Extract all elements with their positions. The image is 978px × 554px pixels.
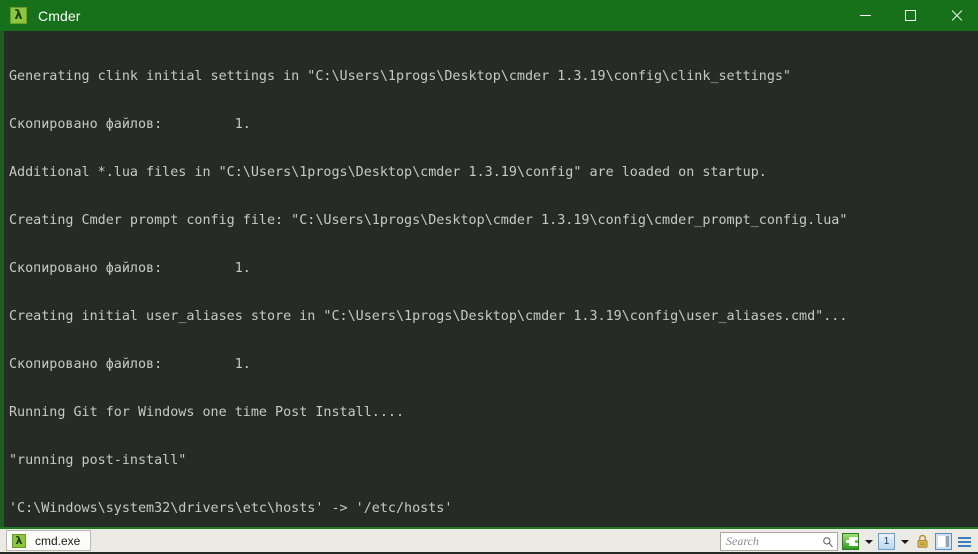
search-input[interactable]: Search <box>726 534 822 549</box>
terminal-line: Additional *.lua files in "C:\Users\1pro… <box>9 165 767 180</box>
lock-button[interactable] <box>914 533 931 550</box>
split-pane-button[interactable] <box>935 533 952 550</box>
terminal-line: Creating Cmder prompt config file: "C:\U… <box>9 213 848 228</box>
lock-icon <box>917 534 928 548</box>
terminal-line: Скопировано файлов: 1. <box>9 117 251 132</box>
status-bar-tools: Search 1 <box>720 529 973 554</box>
close-icon <box>950 10 962 22</box>
search-box[interactable]: Search <box>720 532 838 551</box>
active-console-label: 1 <box>883 536 890 547</box>
lambda-icon-glyph: λ <box>14 8 23 23</box>
window-controls <box>843 0 978 31</box>
title-bar[interactable]: λ Cmder <box>0 0 978 31</box>
terminal-panel[interactable]: Generating clink initial settings in "C:… <box>0 31 978 527</box>
menu-icon <box>958 536 971 539</box>
maximize-button[interactable] <box>888 0 933 31</box>
lambda-icon: λ <box>12 533 26 548</box>
terminal-line: Generating clink initial settings in "C:… <box>9 69 791 84</box>
status-bar: λ cmd.exe Search 1 <box>0 527 978 552</box>
window-title: Cmder <box>38 7 81 24</box>
search-icon <box>823 536 833 547</box>
active-console-button[interactable]: 1 <box>878 533 895 550</box>
new-console-dropdown[interactable] <box>863 533 874 550</box>
terminal-line: 'C:\Windows\system32\drivers\etc\hosts' … <box>9 501 453 516</box>
lambda-icon-glyph: λ <box>15 534 23 547</box>
minimize-icon <box>860 15 871 16</box>
terminal-line: Скопировано файлов: 1. <box>9 357 251 372</box>
terminal-line: Creating initial user_aliases store in "… <box>9 309 848 324</box>
close-button[interactable] <box>933 0 978 31</box>
tab-label: cmd.exe <box>35 533 81 548</box>
minimize-button[interactable] <box>843 0 888 31</box>
active-console-dropdown[interactable] <box>899 533 910 550</box>
split-pane-icon <box>938 536 949 547</box>
tab-cmd-exe[interactable]: λ cmd.exe <box>6 530 92 551</box>
terminal-line: "running post-install" <box>9 453 187 468</box>
terminal-output: Generating clink initial settings in "C:… <box>4 31 978 527</box>
terminal-line: Скопировано файлов: 1. <box>9 261 251 276</box>
menu-button[interactable] <box>956 533 973 550</box>
lambda-icon: λ <box>10 7 27 24</box>
terminal-line: Running Git for Windows one time Post In… <box>9 405 405 420</box>
cmder-window: λ Cmder Generating clink initial setting… <box>0 0 978 552</box>
new-console-button[interactable] <box>842 533 859 550</box>
maximize-icon <box>905 10 916 21</box>
